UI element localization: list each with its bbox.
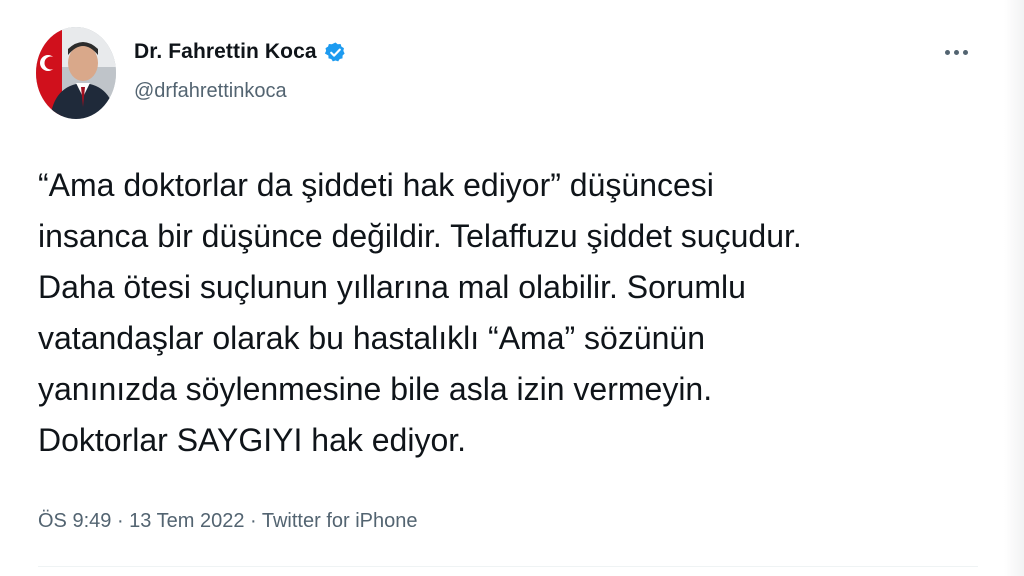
more-dot — [944, 49, 950, 55]
tweet-line: vatandaşlar olarak bu hastalıklı “Ama” s… — [38, 320, 706, 356]
meta-separator: · — [111, 510, 130, 532]
author-name[interactable]: Dr. Fahrettin Koca — [134, 40, 317, 64]
tweet-meta: ÖS 9:49 · 13 Tem 2022 · Twitter for iPho… — [38, 510, 418, 533]
tweet-line: “Ama doktorlar da şiddeti hak ediyor” dü… — [38, 167, 714, 203]
card-edge — [1004, 0, 1024, 576]
more-dot — [953, 49, 959, 55]
tweet-date[interactable]: 13 Tem 2022 — [129, 510, 244, 532]
divider — [38, 566, 978, 567]
tweet-line: insanca bir düşünce değildir. Telaffuzu … — [38, 218, 802, 254]
author-name-row: Dr. Fahrettin Koca — [134, 40, 347, 64]
tweet-line: Doktorlar SAYGIYI hak ediyor. — [38, 422, 467, 458]
tweet-line: yanınızda söylenmesine bile asla izin ve… — [38, 371, 713, 407]
tweet-card: Dr. Fahrettin Koca @drfahrettinkoca “Ama… — [0, 0, 1024, 576]
meta-separator: · — [244, 510, 262, 532]
author-handle[interactable]: @drfahrettinkoca — [134, 80, 287, 103]
tweet-text: “Ama doktorlar da şiddeti hak ediyor” dü… — [38, 160, 968, 466]
verified-badge-icon — [324, 41, 345, 61]
avatar[interactable] — [36, 27, 116, 119]
tweet-line: Daha ötesi suçlunun yıllarına mal olabil… — [38, 269, 746, 305]
tweet-time[interactable]: ÖS 9:49 — [38, 510, 111, 532]
more-options-icon[interactable] — [940, 40, 972, 64]
avatar-photo — [36, 27, 116, 119]
more-dot — [962, 49, 968, 55]
tweet-source[interactable]: Twitter for iPhone — [262, 510, 418, 532]
